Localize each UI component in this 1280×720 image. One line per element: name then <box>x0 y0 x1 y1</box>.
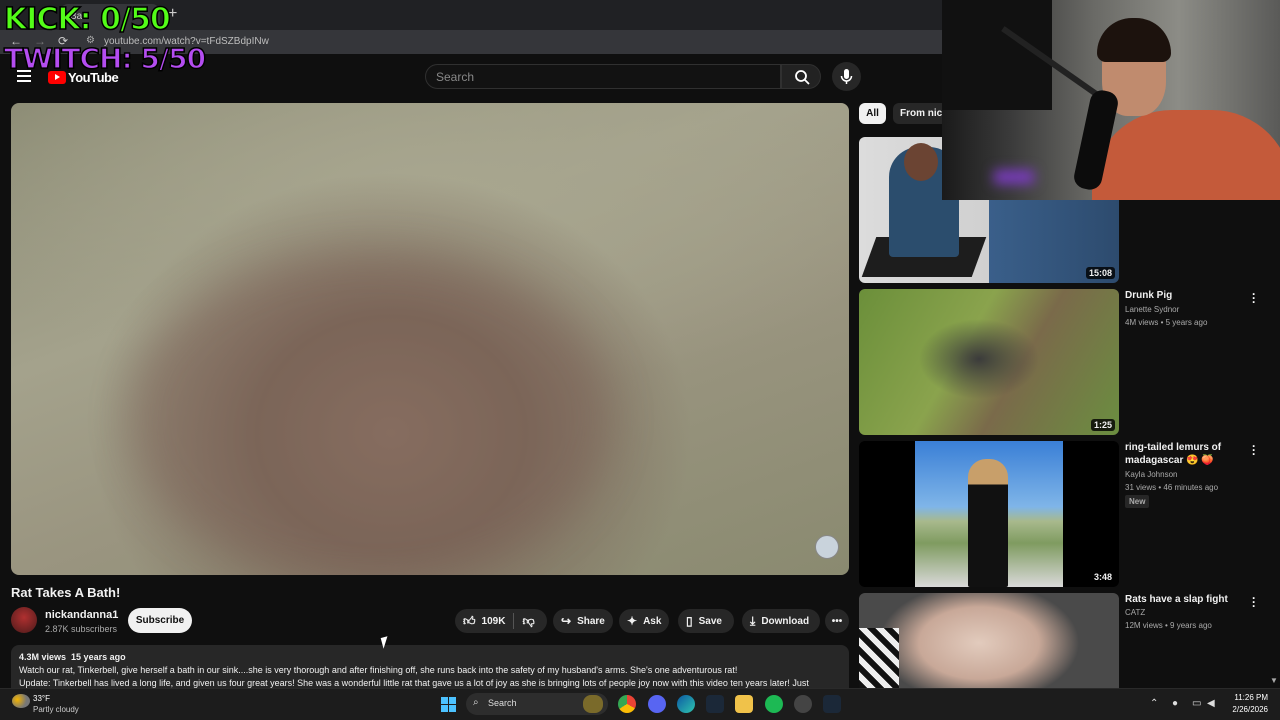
save-button[interactable]: ▯ Save <box>678 609 734 633</box>
upload-age: 15 years ago <box>71 652 126 662</box>
mouse-cursor-icon <box>380 636 391 649</box>
like-dislike-group: 👍︎ 109K 👎︎ <box>455 609 547 633</box>
video-duration: 3:48 <box>1090 571 1115 583</box>
bookmark-icon: ▯ <box>686 614 693 628</box>
taskbar-search-icon: ⌕ <box>473 697 479 708</box>
steam-icon[interactable] <box>706 695 724 713</box>
network-icon[interactable]: ▭ <box>1192 698 1201 709</box>
edge-icon[interactable] <box>677 695 695 713</box>
voice-search-button[interactable] <box>832 62 861 91</box>
video-frame <box>131 253 611 575</box>
video-duration: 15:08 <box>1085 267 1115 279</box>
recommendation-meta: 12M views • 9 years ago <box>1125 621 1212 630</box>
volume-icon[interactable]: ◀ <box>1207 698 1215 709</box>
sparkle-icon: ✦ <box>627 614 638 628</box>
channel-avatar[interactable] <box>11 607 37 633</box>
download-label: Download <box>761 615 810 627</box>
microphone-tray-icon[interactable]: ● <box>1172 698 1178 709</box>
subscriber-count: 2.87K subscribers <box>45 624 118 634</box>
weather-condition[interactable]: Partly cloudy <box>33 705 79 714</box>
more-icon: ••• <box>831 615 843 627</box>
recommendation-meta: 31 views • 46 minutes ago <box>1125 483 1219 492</box>
recommendation-channel[interactable]: Lanette Sydnor <box>1125 305 1179 314</box>
microphone-icon <box>840 69 853 84</box>
recommendation-channel[interactable]: Kayla Johnson <box>1125 470 1177 479</box>
recommendation-channel[interactable]: CATZ <box>1125 608 1145 617</box>
weather-icon[interactable] <box>12 694 30 708</box>
ask-label: Ask <box>643 615 662 627</box>
recommendation-thumbnail[interactable]: 1:25 <box>859 289 1119 435</box>
new-badge: New <box>1125 495 1150 508</box>
windows-start-icon[interactable] <box>441 697 456 712</box>
recommendation-meta: 4M views • 5 years ago <box>1125 318 1208 327</box>
ask-button[interactable]: ✦ Ask <box>619 609 669 633</box>
kebab-menu-icon[interactable]: · · · <box>1251 440 1257 460</box>
share-label: Share <box>577 615 605 627</box>
subscribe-button[interactable]: Subscribe <box>128 608 192 633</box>
windows-taskbar <box>0 688 1280 720</box>
streamer-webcam <box>942 0 1280 200</box>
kick-counter-overlay: KICK: 0/50 <box>3 1 171 38</box>
spotify-icon[interactable] <box>765 695 783 713</box>
kebab-menu-icon[interactable]: · · · <box>1251 592 1257 612</box>
search-input[interactable]: Search <box>425 64 781 89</box>
search-button[interactable] <box>781 64 821 89</box>
steam-icon-2[interactable] <box>823 695 841 713</box>
twitch-counter-overlay: TWITCH: 5/50 <box>3 41 207 76</box>
dislike-icon[interactable]: 👎︎ <box>522 614 534 629</box>
recommendation-title[interactable]: Drunk Pig <box>1125 289 1240 302</box>
search-highlight-icon[interactable] <box>583 695 603 713</box>
download-button[interactable]: ⤓ Download <box>742 609 820 633</box>
recommendation-title[interactable]: Rats have a slap fight <box>1125 593 1240 606</box>
share-icon: ↪ <box>561 614 572 628</box>
channel-name[interactable]: nickandanna1 <box>45 609 118 621</box>
clock-date[interactable]: 2/26/2026 <box>1224 705 1268 714</box>
share-button[interactable]: ↪ Share <box>553 609 613 633</box>
recommendation-thumbnail[interactable]: 3:48 <box>859 441 1119 587</box>
description-box[interactable]: 4.3M views 15 years ago Watch our rat, T… <box>11 645 849 690</box>
tray-chevron-icon[interactable]: ⌃ <box>1150 698 1158 709</box>
search-icon <box>795 70 810 85</box>
like-count[interactable]: 109K <box>482 616 506 627</box>
video-duration: 1:25 <box>1090 419 1115 431</box>
file-explorer-icon[interactable] <box>735 695 753 713</box>
app-icon[interactable] <box>794 695 812 713</box>
video-title: Rat Takes A Bath! <box>11 585 121 600</box>
clock-time[interactable]: 11:26 PM <box>1224 693 1268 702</box>
scroll-down-icon[interactable]: ▼ <box>1270 676 1278 685</box>
kebab-menu-icon[interactable]: · · · <box>1251 288 1257 308</box>
temperature[interactable]: 33°F <box>33 694 50 703</box>
more-actions-button[interactable]: ••• <box>825 609 849 633</box>
save-label: Save <box>698 615 722 627</box>
search-placeholder: Search <box>436 70 475 84</box>
view-count: 4.3M views <box>19 652 67 662</box>
video-player[interactable] <box>11 103 849 575</box>
channel-watermark[interactable] <box>815 535 839 559</box>
chrome-icon[interactable] <box>618 695 636 713</box>
recommendation-title[interactable]: ring-tailed lemurs of madagascar 😍 🍑 <box>1125 441 1240 467</box>
like-icon[interactable]: 👍︎ <box>463 614 476 629</box>
discord-icon[interactable] <box>648 695 666 713</box>
recommendation-thumbnail[interactable] <box>859 593 1119 688</box>
chip-all[interactable]: All <box>859 103 886 124</box>
download-icon: ⤓ <box>750 613 756 628</box>
description-line-1: Watch our rat, Tinkerbell, give herself … <box>19 665 738 675</box>
